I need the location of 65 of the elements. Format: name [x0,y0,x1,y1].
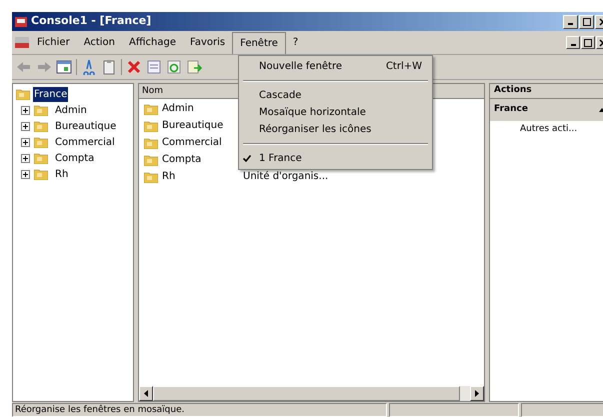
folder-icon [144,154,158,166]
menu-option[interactable]: Réorganiser les icônes [239,121,432,138]
tree-item[interactable]: Commercial [55,134,115,150]
folder-icon [34,120,48,132]
right-arrow-icon[interactable] [475,390,479,397]
delete-icon[interactable] [126,59,142,75]
expand-toggle[interactable] [21,170,30,178]
folder-icon [34,104,48,116]
scissors-icon[interactable] [81,59,97,75]
folder-icon [144,136,158,148]
minimize-button[interactable] [566,36,580,49]
menu-item[interactable]: Fenêtre [232,32,286,54]
type-cell-text: Unité d'organis... [243,170,328,184]
console-icon [14,34,30,50]
folder-icon [34,152,48,164]
tree-root-row[interactable]: France [16,86,133,102]
shortcut-text: Ctrl+W [386,60,422,74]
list-item[interactable]: Rh [162,169,176,184]
tree-item[interactable]: Bureautique [55,118,116,134]
window-title: Console1 - [France] [31,13,152,30]
expand-toggle[interactable] [21,106,30,114]
menu-item[interactable]: Action [76,32,122,53]
tree-item[interactable]: France [33,86,68,102]
expand-toggle[interactable] [21,122,30,130]
expand-toggle[interactable] [21,154,30,162]
actions-title: Actions [494,84,532,98]
tree-item[interactable]: Rh [55,166,68,182]
folder-icon [144,120,158,132]
menu-option[interactable]: 1 France [239,150,432,167]
folder-icon [144,102,158,114]
menu-item[interactable]: Favoris [183,32,232,53]
refresh-icon[interactable] [166,59,182,75]
horizontal-scrollbar[interactable] [139,386,484,401]
left-arrow-icon[interactable] [144,390,148,397]
maximize-icon [582,18,590,26]
folder-icon [34,168,48,180]
tree-item[interactable]: Admin [55,102,87,118]
list-item[interactable]: Commercial [162,135,222,150]
section-title: France [494,103,528,116]
panel-icon[interactable] [56,59,72,75]
folder-icon [144,170,158,182]
list-item[interactable]: Bureautique [162,118,224,133]
menu-item[interactable]: ? [286,32,306,53]
action-link[interactable]: Autres acti... [520,123,578,137]
properties-icon[interactable] [146,59,162,75]
export-icon[interactable] [186,59,202,75]
console-icon [14,14,28,28]
minimize-icon [568,23,573,25]
menu-item[interactable]: Fichier [30,32,77,53]
folder-icon [16,88,30,100]
menu-option[interactable]: Mosaïque horizontale [239,104,432,121]
expand-toggle[interactable] [21,138,30,146]
tree-item[interactable]: Compta [55,150,94,166]
list-item[interactable]: Admin [162,101,194,116]
list-item[interactable]: Compta [162,152,202,167]
clipboard-icon[interactable] [101,59,117,75]
maximize-icon [584,38,592,46]
menu-item[interactable]: Affichage [122,32,183,53]
status-text: Réorganise les fenêtres en mosaïque. [12,403,387,417]
folder-icon [34,136,48,148]
maximize-button[interactable] [579,14,594,28]
minimize-icon [570,44,576,46]
minimize-button[interactable] [563,14,578,28]
menu-option[interactable]: Nouvelle fenêtre Ctrl+W [239,58,432,75]
maximize-button[interactable] [581,36,595,49]
